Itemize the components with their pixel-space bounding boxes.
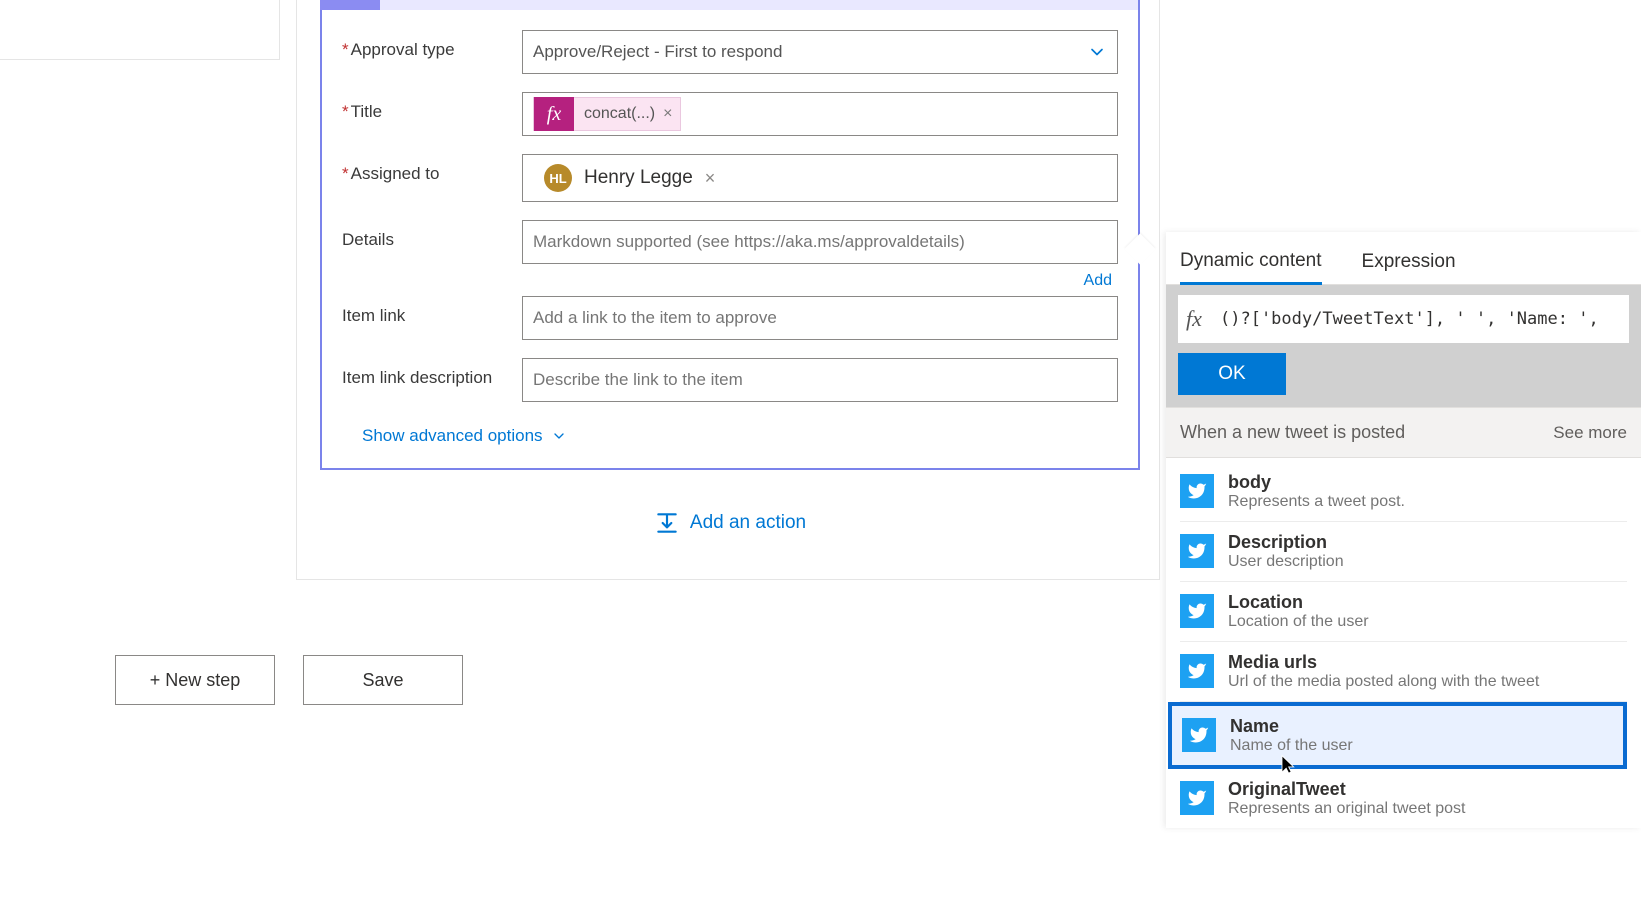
see-more-link[interactable]: See more (1553, 423, 1627, 443)
dc-item-desc: Name of the user (1230, 737, 1353, 755)
dc-item-desc: Represents an original tweet post (1228, 800, 1465, 818)
add-dynamic-content-link[interactable]: Add (342, 272, 1118, 290)
dc-item-body[interactable]: body Represents a tweet post. (1180, 462, 1627, 522)
dc-item-desc: Url of the media posted along with the t… (1228, 673, 1539, 691)
tab-dynamic-content[interactable]: Dynamic content (1180, 242, 1322, 285)
twitter-icon (1180, 534, 1214, 568)
label-details: Details (342, 220, 522, 250)
ok-button[interactable]: OK (1178, 353, 1286, 395)
twitter-icon (1180, 781, 1214, 815)
save-button[interactable]: Save (303, 655, 463, 705)
insert-step-icon (654, 510, 680, 536)
remove-expression-icon[interactable]: × (663, 105, 672, 123)
fx-icon: fx (1186, 306, 1214, 332)
dc-item-description[interactable]: Description User description (1180, 522, 1627, 582)
dc-section-title: When a new tweet is posted (1180, 422, 1405, 443)
dc-item-desc: User description (1228, 553, 1344, 571)
add-action-link[interactable]: Add an action (320, 510, 1140, 536)
dynamic-content-popover: Dynamic content Expression fx ()?['body/… (1166, 232, 1641, 828)
popover-tab-row: Dynamic content Expression (1166, 232, 1641, 285)
left-panel-edge (0, 0, 280, 60)
chevron-down-icon (1087, 42, 1107, 62)
details-input[interactable]: Markdown supported (see https://aka.ms/a… (522, 220, 1118, 264)
row-item-link-description: Item link description Describe the link … (342, 358, 1118, 402)
dc-item-title: Media urls (1228, 652, 1539, 673)
show-advanced-options-link[interactable]: Show advanced options (342, 420, 567, 456)
dc-item-title: OriginalTweet (1228, 779, 1465, 800)
twitter-icon (1180, 474, 1214, 508)
item-link-description-input[interactable]: Describe the link to the item (522, 358, 1118, 402)
approval-form: *Approval type Approve/Reject - First to… (322, 10, 1138, 468)
title-input[interactable]: fx concat(...) × (522, 92, 1118, 136)
dc-section-header: When a new tweet is posted See more (1166, 407, 1641, 458)
approval-type-dropdown[interactable]: Approve/Reject - First to respond (522, 30, 1118, 74)
assigned-person-chip[interactable]: HL Henry Legge × (533, 159, 726, 197)
dc-item-original-tweet[interactable]: OriginalTweet Represents an original twe… (1180, 769, 1627, 828)
expression-area: fx ()?['body/TweetText'], ' ', 'Name: ',… (1166, 285, 1641, 407)
avatar: HL (544, 164, 572, 192)
label-title: *Title (342, 92, 522, 122)
approval-connector-icon (320, 0, 380, 10)
row-assigned-to: *Assigned to HL Henry Legge × (342, 154, 1118, 202)
dc-item-title: Name (1230, 716, 1353, 737)
expression-input[interactable]: fx ()?['body/TweetText'], ' ', 'Name: ', (1178, 295, 1629, 343)
dc-item-title: Description (1228, 532, 1344, 553)
title-expression-text: concat(...) (584, 105, 655, 123)
dc-item-desc: Location of the user (1228, 613, 1369, 631)
approval-card: *Approval type Approve/Reject - First to… (320, 0, 1140, 470)
row-approval-type: *Approval type Approve/Reject - First to… (342, 30, 1118, 74)
expression-text: ()?['body/TweetText'], ' ', 'Name: ', (1220, 309, 1599, 329)
item-link-input[interactable]: Add a link to the item to approve (522, 296, 1118, 340)
chevron-down-icon (551, 428, 567, 444)
label-item-link: Item link (342, 296, 522, 326)
label-assigned-to: *Assigned to (342, 154, 522, 184)
approval-type-value: Approve/Reject - First to respond (533, 42, 782, 62)
bottom-button-bar: + New step Save (115, 655, 463, 705)
row-details: Details Markdown supported (see https://… (342, 220, 1118, 264)
dc-item-title: body (1228, 472, 1405, 493)
label-item-link-description: Item link description (342, 358, 522, 388)
dc-item-name[interactable]: Name Name of the user (1168, 702, 1627, 769)
twitter-icon (1180, 594, 1214, 628)
row-item-link: Item link Add a link to the item to appr… (342, 296, 1118, 340)
item-link-placeholder: Add a link to the item to approve (533, 308, 777, 328)
dc-item-title: Location (1228, 592, 1369, 613)
dc-item-list: body Represents a tweet post. Descriptio… (1166, 458, 1641, 828)
new-step-button[interactable]: + New step (115, 655, 275, 705)
details-placeholder: Markdown supported (see https://aka.ms/a… (533, 232, 965, 252)
approval-card-header[interactable] (322, 0, 1138, 10)
dc-item-media-urls[interactable]: Media urls Url of the media posted along… (1180, 642, 1627, 702)
assigned-person-name: Henry Legge (584, 167, 693, 189)
fx-icon: fx (534, 97, 574, 131)
dc-item-desc: Represents a tweet post. (1228, 493, 1405, 511)
title-expression-chip[interactable]: fx concat(...) × (533, 97, 681, 131)
dc-item-location[interactable]: Location Location of the user (1180, 582, 1627, 642)
remove-person-icon[interactable]: × (705, 168, 716, 189)
twitter-icon (1182, 718, 1216, 752)
tab-expression[interactable]: Expression (1362, 243, 1456, 283)
twitter-icon (1180, 654, 1214, 688)
assigned-to-input[interactable]: HL Henry Legge × (522, 154, 1118, 202)
row-title: *Title fx concat(...) × (342, 92, 1118, 136)
item-link-description-placeholder: Describe the link to the item (533, 370, 743, 390)
label-approval-type: *Approval type (342, 30, 522, 60)
